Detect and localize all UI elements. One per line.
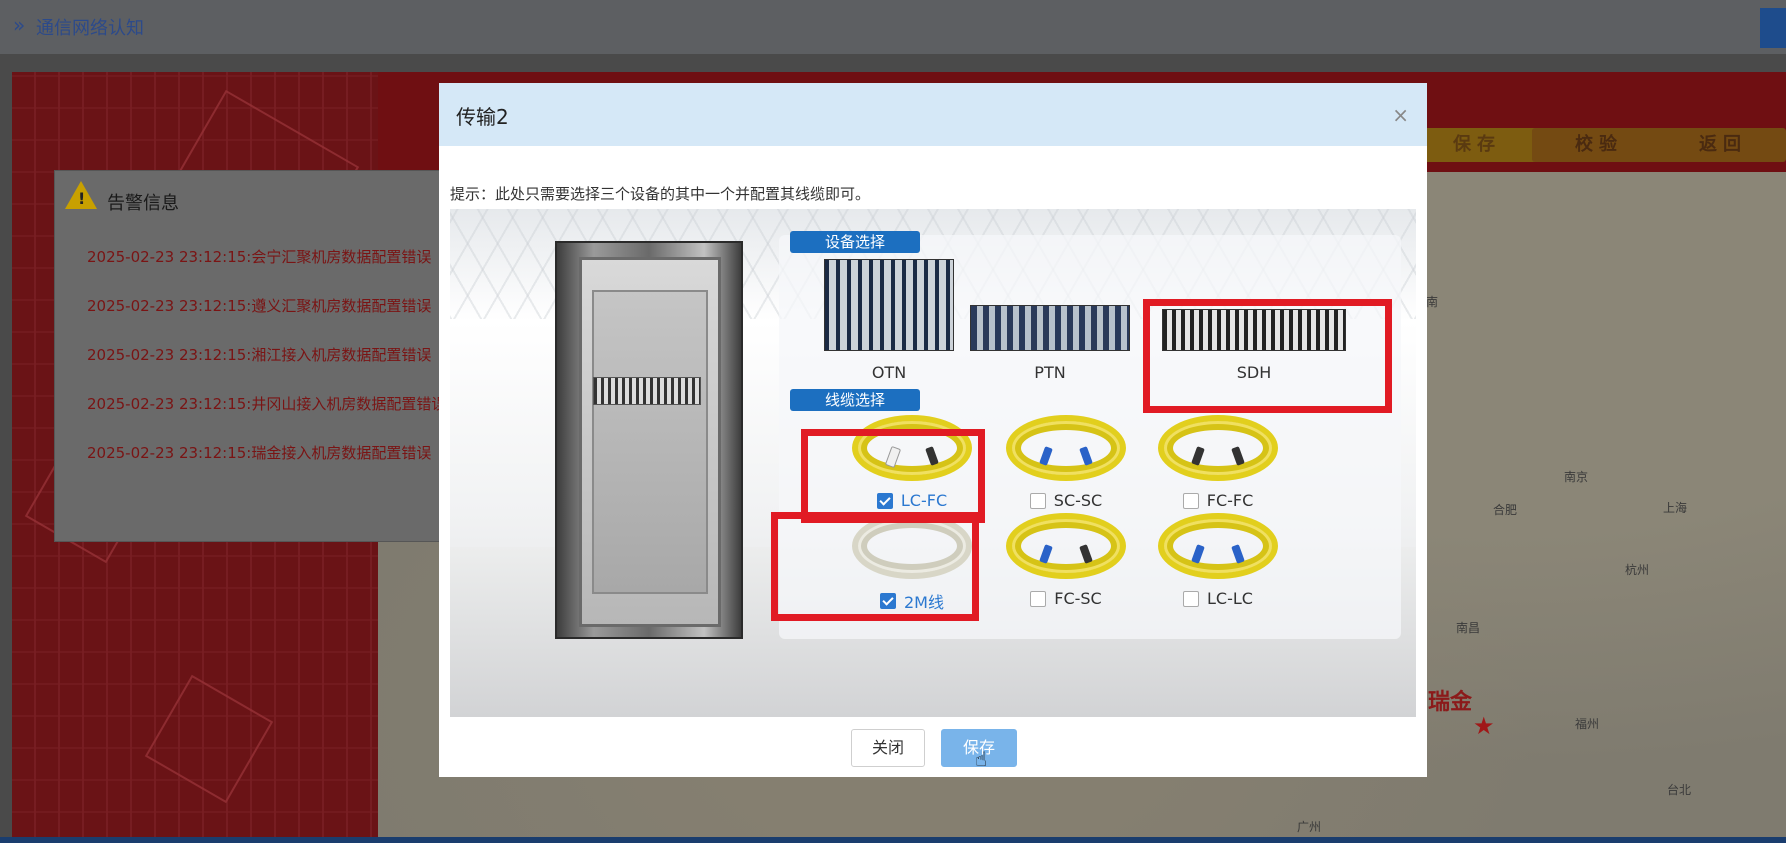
close-icon[interactable]: × bbox=[1392, 103, 1409, 127]
map-label: 南京 bbox=[1564, 470, 1589, 484]
dialog-header: 传输2 × bbox=[439, 83, 1427, 146]
map-label: 台北 bbox=[1667, 783, 1692, 797]
cable-lc-lc[interactable]: LC-LC bbox=[1143, 513, 1293, 608]
device-label: PTN bbox=[1034, 363, 1066, 382]
bottom-bar bbox=[0, 837, 1786, 843]
alarm-title: 告警信息 bbox=[107, 193, 179, 214]
fiber-coil-image bbox=[1006, 415, 1126, 481]
cable-label: FC-FC bbox=[1206, 491, 1254, 510]
double-chevron-icon[interactable]: » bbox=[13, 13, 25, 37]
star-icon: ★ bbox=[1473, 712, 1495, 740]
ptn-device-image bbox=[970, 305, 1130, 351]
map-label-highlight: 瑞金 bbox=[1428, 690, 1473, 715]
cable-section-tag: 线缆选择 bbox=[790, 389, 920, 411]
map-label: 南昌 bbox=[1456, 621, 1481, 635]
device-ptn[interactable]: PTN bbox=[970, 305, 1130, 382]
hand-cursor-icon: ☝ bbox=[975, 747, 988, 771]
rack-cabinet[interactable] bbox=[555, 241, 743, 639]
fiber-coil-image bbox=[1006, 513, 1126, 579]
bg-check-button[interactable]: 校验 bbox=[1532, 128, 1666, 162]
annotation-box-lc-fc bbox=[801, 429, 985, 523]
installed-device bbox=[593, 377, 701, 405]
dialog-title: 传输2 bbox=[456, 105, 509, 129]
warning-icon: ! bbox=[65, 181, 97, 209]
alarm-header: ! 告警信息 bbox=[55, 171, 450, 227]
alarm-item: 2025-02-23 23:12:15:会宁汇聚机房数据配置错误 bbox=[87, 248, 432, 266]
cable-fc-fc[interactable]: FC-FC bbox=[1143, 415, 1293, 510]
cable-fc-sc[interactable]: FC-SC bbox=[991, 513, 1141, 608]
alarm-item: 2025-02-23 23:12:15:井冈山接入机房数据配置错误 bbox=[87, 395, 447, 413]
fiber-coil-image bbox=[1158, 513, 1278, 579]
cable-label: SC-SC bbox=[1053, 491, 1103, 510]
annotation-box-2m bbox=[771, 512, 979, 621]
annotation-box-sdh bbox=[1143, 299, 1392, 413]
bg-back-button[interactable]: 返回 bbox=[1660, 128, 1786, 162]
map-label: 福州 bbox=[1575, 717, 1600, 731]
alarm-item: 2025-02-23 23:12:15:湘江接入机房数据配置错误 bbox=[87, 346, 432, 364]
bg-save-button[interactable]: 保存 bbox=[1410, 128, 1544, 162]
lc-lc-checkbox[interactable] bbox=[1183, 590, 1200, 607]
top-bar: » 通信网络认知 bbox=[0, 0, 1786, 54]
cable-sc-sc[interactable]: SC-SC bbox=[991, 415, 1141, 510]
config-dialog: 传输2 × 提示：此处只需要选择三个设备的其中一个并配置其线缆即可。 设备选择 … bbox=[439, 83, 1427, 777]
fc-sc-checkbox[interactable] bbox=[1030, 590, 1047, 607]
close-button[interactable]: 关闭 bbox=[851, 729, 925, 767]
fiber-coil-image bbox=[1158, 415, 1278, 481]
fc-fc-checkbox[interactable] bbox=[1182, 492, 1199, 509]
top-right-button[interactable] bbox=[1760, 8, 1786, 48]
cable-label: LC-LC bbox=[1207, 589, 1253, 608]
cabinet-glass bbox=[579, 257, 721, 627]
map-label: 上海 bbox=[1663, 501, 1688, 515]
hint-text: 提示：此处只需要选择三个设备的其中一个并配置其线缆即可。 bbox=[450, 185, 871, 203]
cable-label: FC-SC bbox=[1054, 589, 1102, 608]
otn-device-image bbox=[824, 259, 954, 351]
map-label: 广州 bbox=[1297, 820, 1322, 834]
map-label: 合肥 bbox=[1493, 503, 1518, 517]
alarm-panel: ! 告警信息 2025-02-23 23:12:15:会宁汇聚机房数据配置错误 … bbox=[54, 170, 451, 542]
device-label: OTN bbox=[871, 363, 907, 382]
map-label: 杭州 bbox=[1625, 563, 1650, 577]
sc-sc-checkbox[interactable] bbox=[1029, 492, 1046, 509]
equipment-room-scene: 设备选择 OTN PTN SDH 线缆选择 LC-FC SC-SC FC-FC bbox=[450, 209, 1416, 717]
alarm-item: 2025-02-23 23:12:15:遵义汇聚机房数据配置错误 bbox=[87, 297, 432, 315]
app-title: 通信网络认知 bbox=[36, 18, 144, 39]
device-section-tag: 设备选择 bbox=[790, 231, 920, 253]
device-otn[interactable]: OTN bbox=[824, 259, 954, 382]
alarm-item: 2025-02-23 23:12:15:瑞金接入机房数据配置错误 bbox=[87, 444, 432, 462]
